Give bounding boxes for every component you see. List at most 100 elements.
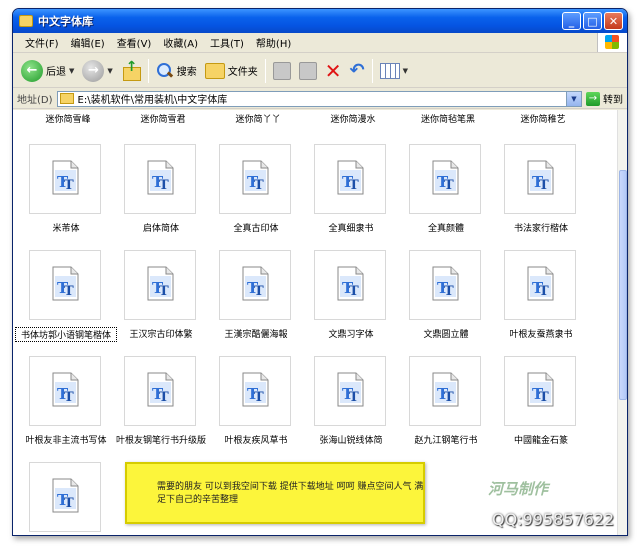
font-file-item[interactable]: T T 中國龍金石篆 <box>496 356 586 456</box>
go-button[interactable]: → 转到 <box>582 91 627 106</box>
file-label[interactable]: 全真细隶书 <box>300 221 402 234</box>
font-file-item[interactable]: T T 张海山锐线体简 <box>306 356 396 456</box>
file-thumbnail[interactable]: TT <box>219 356 291 426</box>
file-label[interactable]: 叶根友蚕燕隶书 <box>490 327 592 340</box>
svg-text:T: T <box>444 390 454 405</box>
font-file-item[interactable]: T T 叶根友疾风草书 <box>211 356 301 456</box>
file-thumbnail[interactable]: TT <box>219 144 291 214</box>
chevron-down-icon[interactable]: ▼ <box>69 67 74 75</box>
font-file-item[interactable]: T T 米芾体 <box>21 144 111 244</box>
file-thumbnail[interactable]: TT <box>314 250 386 320</box>
menu-favorites[interactable]: 收藏(A) <box>157 35 204 50</box>
truetype-font-icon: TT <box>432 372 459 407</box>
views-button[interactable]: ▼ <box>376 57 412 85</box>
file-label[interactable]: 迷你简漫水 <box>308 112 398 125</box>
truetype-font-icon: TT <box>52 478 79 513</box>
file-label[interactable]: 王汉宗古印体繁 <box>110 327 212 340</box>
copy-to-button[interactable] <box>295 57 321 85</box>
file-label[interactable]: 全真颜體 <box>395 221 497 234</box>
font-file-item[interactable]: T T 启体简体 <box>116 144 206 244</box>
file-thumbnail[interactable]: TT <box>219 250 291 320</box>
font-file-item[interactable]: T T 书体坊郭小语钢笔楷体 <box>15 250 117 350</box>
file-label[interactable]: 中國龍金石篆 <box>490 433 592 446</box>
file-label[interactable]: 书法家行楷体 <box>490 221 592 234</box>
file-thumbnail[interactable]: TT <box>124 144 196 214</box>
font-file-item[interactable]: T T 全真颜體 <box>401 144 491 244</box>
back-button[interactable]: ← 后退 ▼ <box>17 57 78 85</box>
file-thumbnail[interactable]: TT <box>124 356 196 426</box>
font-file-item[interactable]: T T 王漢宗酷儷海報 <box>211 250 301 350</box>
file-label[interactable]: 张海山锐线体简 <box>300 433 402 446</box>
font-file-item[interactable]: T T 叶根友非主流书写体 <box>21 356 111 456</box>
scrollbar-thumb[interactable] <box>619 170 627 400</box>
file-label[interactable]: 迷你简稚艺 <box>498 112 588 125</box>
file-label[interactable]: 赵九江钢笔行书 <box>395 433 497 446</box>
file-label[interactable]: 迷你简雪峰 <box>23 112 113 125</box>
forward-button[interactable]: → ▼ <box>78 57 116 85</box>
file-thumbnail[interactable]: TT <box>504 356 576 426</box>
menu-file[interactable]: 文件(F) <box>19 35 65 50</box>
menu-help[interactable]: 帮助(H) <box>250 35 297 50</box>
font-file-item[interactable]: T T 赵九江钢笔行书 <box>401 356 491 456</box>
undo-button[interactable]: ↶ <box>346 57 369 85</box>
font-file-item[interactable]: T T 书法家行楷体 <box>496 144 586 244</box>
truetype-font-icon: TT <box>242 266 269 301</box>
move-to-button[interactable] <box>269 57 295 85</box>
file-thumbnail[interactable]: TT <box>504 250 576 320</box>
file-label[interactable]: 叶根友非主流书写体 <box>15 433 117 446</box>
font-file-item[interactable]: TT <box>21 462 111 535</box>
font-file-item[interactable]: T T 叶根友蚕燕隶书 <box>496 250 586 350</box>
font-file-item[interactable]: T T 文鼎习字体 <box>306 250 396 350</box>
file-label[interactable]: 书体坊郭小语钢笔楷体 <box>15 327 117 342</box>
minimize-button[interactable]: _ <box>562 12 581 30</box>
menu-tools[interactable]: 工具(T) <box>204 35 250 50</box>
file-label[interactable]: 文鼎习字体 <box>300 327 402 340</box>
file-label[interactable]: 叶根友钢笔行书升级版 <box>110 433 212 446</box>
file-thumbnail[interactable]: TT <box>29 462 101 532</box>
folders-icon <box>204 62 225 79</box>
file-label[interactable]: 全真古印体 <box>205 221 307 234</box>
chevron-down-icon[interactable]: ▼ <box>566 91 581 106</box>
file-thumbnail[interactable]: TT <box>504 144 576 214</box>
file-thumbnail[interactable]: TT <box>314 356 386 426</box>
title-bar[interactable]: 中文字体库 _ □ ✕ <box>13 9 627 33</box>
delete-button[interactable]: ✕ <box>321 57 346 85</box>
file-list-view[interactable]: 迷你简雪峰 迷你简雪君 迷你简丫丫 迷你简漫水 迷你简毡笔黑 迷你简稚艺 T T 米芾体 T T 启… <box>13 110 619 535</box>
file-thumbnail[interactable]: TT <box>29 356 101 426</box>
file-thumbnail[interactable]: TT <box>29 250 101 320</box>
font-file-item[interactable]: T T 叶根友钢笔行书升级版 <box>116 356 206 456</box>
menu-edit[interactable]: 编辑(E) <box>65 35 111 50</box>
up-folder-button[interactable] <box>117 57 145 85</box>
svg-text:T: T <box>159 178 169 193</box>
file-label[interactable]: 文鼎圆立體 <box>395 327 497 340</box>
font-file-item[interactable]: T T 全真古印体 <box>211 144 301 244</box>
font-file-item[interactable]: T T 王汉宗古印体繁 <box>116 250 206 350</box>
file-thumbnail[interactable]: TT <box>124 250 196 320</box>
svg-text:T: T <box>254 178 264 193</box>
chevron-down-icon[interactable]: ▼ <box>107 67 112 75</box>
menu-view[interactable]: 查看(V) <box>111 35 158 50</box>
file-thumbnail[interactable]: TT <box>409 356 481 426</box>
file-label[interactable]: 启体简体 <box>110 221 212 234</box>
file-label[interactable]: 迷你简毡笔黑 <box>403 112 493 125</box>
file-label[interactable]: 迷你简丫丫 <box>213 112 303 125</box>
maximize-button[interactable]: □ <box>583 12 602 30</box>
font-file-item[interactable]: T T 全真细隶书 <box>306 144 396 244</box>
file-thumbnail[interactable]: TT <box>29 144 101 214</box>
font-file-item[interactable]: T T 文鼎圆立體 <box>401 250 491 350</box>
file-label[interactable]: 叶根友疾风草书 <box>205 433 307 446</box>
go-label: 转到 <box>603 95 623 106</box>
folders-button[interactable]: 文件夹 <box>201 57 262 85</box>
file-thumbnail[interactable]: TT <box>409 250 481 320</box>
file-label[interactable]: 王漢宗酷儷海報 <box>205 327 307 340</box>
file-label[interactable]: 米芾体 <box>15 221 117 234</box>
chevron-down-icon[interactable]: ▼ <box>403 67 408 75</box>
truetype-font-icon: TT <box>337 372 364 407</box>
address-input[interactable]: E:\装机软件\常用装机\中文字体库 ▼ <box>56 90 582 107</box>
file-label[interactable]: 迷你简雪君 <box>118 112 208 125</box>
close-button[interactable]: ✕ <box>604 12 623 30</box>
search-button[interactable]: 搜索 <box>152 57 201 85</box>
file-thumbnail[interactable]: TT <box>409 144 481 214</box>
vertical-scrollbar[interactable] <box>617 110 627 535</box>
file-thumbnail[interactable]: TT <box>314 144 386 214</box>
